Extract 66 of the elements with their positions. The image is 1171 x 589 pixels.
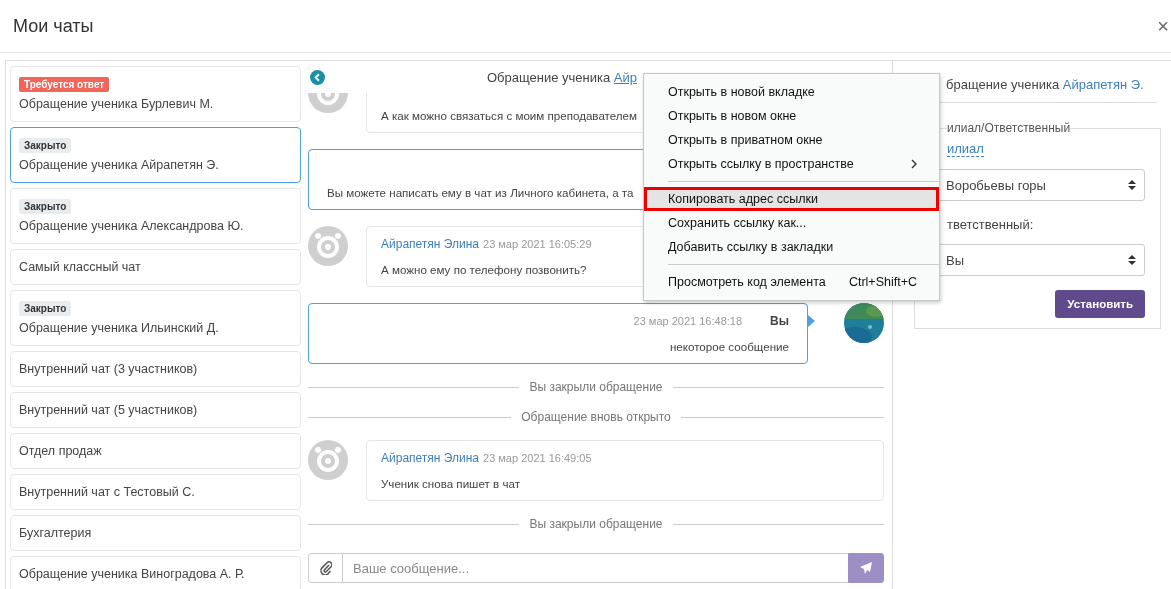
event-text: Вы закрыли обращение bbox=[529, 517, 663, 531]
author-link[interactable]: Айрапетян Элина bbox=[381, 237, 479, 251]
message-input[interactable]: Ваше сообщение... bbox=[343, 553, 848, 583]
chat-list-item[interactable]: Внутренний чат с Тестовый С. bbox=[10, 474, 301, 510]
chat-title: Обращение ученика Ильинский Д. bbox=[19, 321, 219, 335]
paperclip-icon bbox=[319, 561, 332, 575]
message-text: А можно ему по телефону позвонить? bbox=[381, 263, 587, 276]
avatar-icon bbox=[308, 226, 348, 266]
sort-arrows-icon bbox=[1128, 254, 1136, 266]
chat-list-item[interactable]: Отдел продаж bbox=[10, 433, 301, 469]
chat-list-item[interactable]: Закрыто Обращение ученика Айрапетян Э. bbox=[10, 127, 301, 183]
author-link[interactable]: Айрапетян Элина bbox=[381, 451, 479, 465]
chat-list-item[interactable]: Закрыто Обращение ученика Александрова Ю. bbox=[10, 188, 301, 244]
back-icon[interactable] bbox=[310, 69, 325, 85]
message-time: 23 мар 2021 16:49:05 bbox=[483, 452, 592, 464]
menu-item[interactable]: Копировать адрес ссылки bbox=[644, 187, 939, 211]
event-text: Обращение вновь открыто bbox=[521, 410, 671, 424]
chat-list-item[interactable]: Обращение ученика Виноградова А. Р. bbox=[10, 556, 301, 589]
set-button[interactable]: Установить bbox=[1055, 290, 1145, 318]
chat-title: Внутренний чат (3 участников) bbox=[19, 362, 198, 376]
chat-title: Самый классный чат bbox=[19, 260, 141, 274]
message-time: 23 мар 2021 16:05:29 bbox=[483, 238, 592, 250]
menu-item[interactable]: Открыть в приватном окне bbox=[644, 128, 939, 152]
status-badge: Закрыто bbox=[19, 199, 72, 214]
chat-list-item[interactable]: Закрыто Обращение ученика Ильинский Д. bbox=[10, 290, 301, 346]
attach-button[interactable] bbox=[308, 553, 343, 583]
branch-link[interactable]: илиал bbox=[947, 141, 984, 157]
chat-list-item[interactable]: Бухгалтерия bbox=[10, 515, 301, 551]
author-name: Вы bbox=[770, 314, 789, 328]
close-button[interactable]: × bbox=[1157, 14, 1169, 38]
responsible-label: тветственный: bbox=[947, 217, 1035, 232]
menu-item[interactable]: Сохранить ссылку как... bbox=[644, 211, 939, 235]
event-text: Вы закрыли обращение bbox=[529, 380, 663, 394]
message-text: Ученик снова пишет в чат bbox=[381, 477, 520, 490]
message-text: А как можно связаться с моим преподавателем bbox=[381, 109, 637, 122]
message-text: некоторое сообщение bbox=[669, 340, 789, 353]
chat-title: Обращение ученика Бурлевич М. bbox=[19, 97, 214, 111]
conversation-title: Обращение ученика Айр bbox=[487, 69, 638, 85]
send-icon bbox=[859, 561, 873, 575]
menu-item[interactable]: Открыть в новой вкладке bbox=[644, 80, 939, 104]
chat-list-item[interactable]: Требуется ответ Обращение ученика Бурлевич М. bbox=[10, 66, 301, 122]
chat-list-item[interactable]: Самый классный чат bbox=[10, 249, 301, 285]
status-badge: Требуется ответ bbox=[19, 77, 110, 92]
details-title: бращение ученика Айрапетян Э. bbox=[946, 77, 1144, 92]
fieldset-legend: илиал/Ответственный bbox=[947, 121, 1071, 135]
sort-arrows-icon bbox=[1128, 179, 1136, 191]
chat-title: Обращение ученика Айрапетян Э. bbox=[19, 158, 219, 172]
status-badge: Закрыто bbox=[19, 138, 72, 153]
message-time: 23 мар 2021 16:48:18 bbox=[633, 315, 743, 327]
chat-list-item[interactable]: Внутренний чат (3 участников) bbox=[10, 351, 301, 387]
status-badge: Закрыто bbox=[19, 301, 72, 316]
avatar-icon bbox=[308, 440, 348, 480]
menu-item[interactable]: Открыть в новом окне bbox=[644, 104, 939, 128]
send-button[interactable] bbox=[848, 553, 884, 583]
chat-title: Внутренний чат с Тестовый С. bbox=[19, 485, 195, 499]
chat-title: Внутренний чат (5 участников) bbox=[19, 403, 198, 417]
chat-list-item[interactable]: Внутренний чат (5 участников) bbox=[10, 392, 301, 428]
page-title: Мои чаты bbox=[13, 15, 94, 37]
chat-title: Бухгалтерия bbox=[19, 526, 92, 540]
student-link[interactable]: Айрапетян Э. bbox=[1062, 77, 1144, 92]
chat-title: Обращение ученика Александрова Ю. bbox=[19, 219, 244, 233]
chat-title: Отдел продаж bbox=[19, 444, 102, 458]
chat-title: Обращение ученика Виноградова А. Р. bbox=[19, 567, 245, 581]
shortcut-text: Ctrl+Shift+C bbox=[848, 275, 917, 289]
message-text: Вы можете написать ему в чат из Личного кабинета, а та bbox=[327, 186, 634, 199]
student-link[interactable]: Айр bbox=[613, 69, 638, 85]
